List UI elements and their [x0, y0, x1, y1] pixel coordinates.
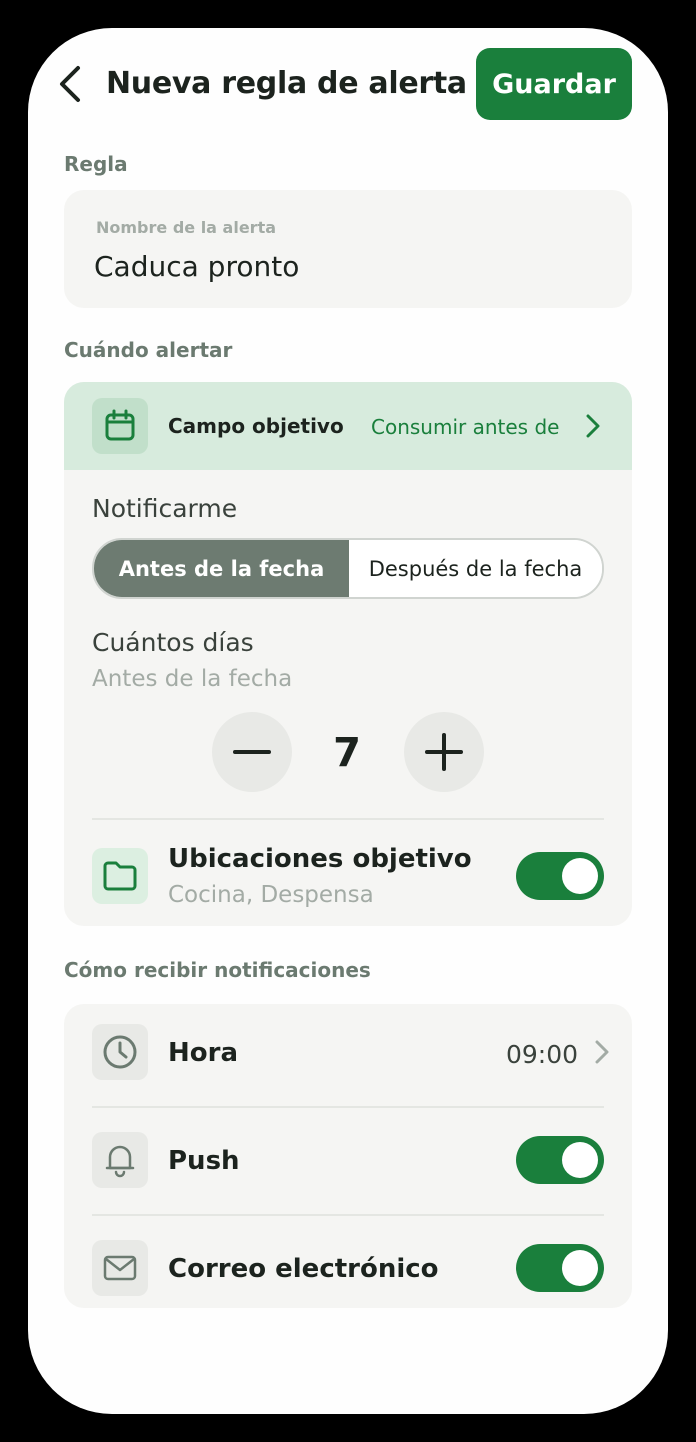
toggle-knob [562, 1250, 598, 1286]
push-toggle[interactable] [516, 1136, 604, 1184]
app-screen: Nueva regla de alerta Guardar Regla Nomb… [28, 28, 668, 1414]
alert-name-input[interactable] [94, 250, 594, 283]
time-icon-tile [92, 1024, 148, 1080]
mail-icon [103, 1255, 137, 1281]
segment-before-date[interactable]: Antes de la fecha [94, 540, 349, 597]
target-field-label: Campo objetivo [168, 414, 344, 438]
divider [92, 818, 604, 820]
days-sublabel: Antes de la fecha [92, 666, 293, 692]
segment-after-date[interactable]: Después de la fecha [349, 540, 602, 597]
bell-icon [105, 1145, 135, 1178]
locations-toggle[interactable] [516, 852, 604, 900]
notifications-card: Hora 09:00 Push Correo electrónico [64, 1004, 632, 1308]
days-value: 7 [333, 730, 361, 776]
save-button[interactable]: Guardar [476, 48, 632, 120]
chevron-right-icon [595, 1040, 609, 1064]
toggle-knob [562, 1142, 598, 1178]
target-field-row[interactable]: Campo objetivo Consumir antes de [64, 382, 632, 470]
locations-icon-tile [92, 848, 148, 904]
section-label-how: Cómo recibir notificaciones [64, 958, 371, 982]
email-label: Correo electrónico [168, 1254, 439, 1284]
notify-timing-segmented-control: Antes de la fecha Después de la fecha [92, 538, 604, 599]
time-value: 09:00 [506, 1040, 579, 1069]
alert-name-card: Nombre de la alerta [64, 190, 632, 308]
days-label: Cuántos días [92, 628, 254, 657]
phone-frame: Nueva regla de alerta Guardar Regla Nomb… [0, 0, 696, 1442]
clock-icon [103, 1035, 137, 1069]
divider [92, 1106, 604, 1108]
toggle-knob [562, 858, 598, 894]
push-icon-tile [92, 1132, 148, 1188]
time-label: Hora [168, 1038, 238, 1068]
target-field-icon-tile [92, 398, 148, 454]
minus-icon [233, 750, 271, 754]
target-field-value: Consumir antes de [371, 415, 560, 439]
chevron-left-icon [60, 66, 80, 102]
chevron-right-icon [586, 414, 600, 438]
header: Nueva regla de alerta Guardar [28, 48, 668, 120]
notify-label: Notificarme [92, 494, 238, 523]
section-label-when: Cuándo alertar [64, 338, 233, 362]
decrement-button[interactable] [212, 712, 292, 792]
section-label-rule: Regla [64, 152, 128, 176]
locations-value: Cocina, Despensa [168, 882, 374, 908]
email-icon-tile [92, 1240, 148, 1296]
when-card: Campo objetivo Consumir antes de Notific… [64, 382, 632, 926]
alert-name-label: Nombre de la alerta [96, 218, 277, 237]
page-title: Nueva regla de alerta [106, 66, 467, 101]
email-toggle[interactable] [516, 1244, 604, 1292]
plus-icon [425, 733, 463, 771]
increment-button[interactable] [404, 712, 484, 792]
locations-label: Ubicaciones objetivo [168, 844, 472, 874]
calendar-icon [105, 409, 135, 441]
back-button[interactable] [56, 64, 92, 104]
divider [92, 1214, 604, 1216]
folder-icon [103, 861, 137, 891]
push-label: Push [168, 1146, 240, 1176]
